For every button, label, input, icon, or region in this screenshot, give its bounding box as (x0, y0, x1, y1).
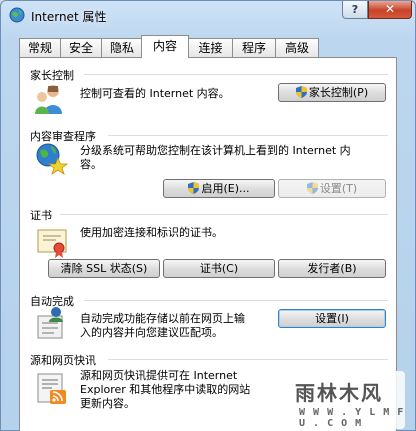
autocomplete-description-line1: 自动完成功能存储以前在网页上输 (80, 312, 245, 325)
publishers-button[interactable]: 发行者(B) (278, 259, 386, 278)
watermark-text: 雨林木风 (295, 381, 383, 405)
title-bar[interactable]: Internet 属性 ? ✕ (1, 1, 415, 31)
enable-button-label: 启用(E)... (201, 182, 250, 195)
clear-ssl-state-button[interactable]: 清除 SSL 状态(S) (48, 259, 160, 278)
parental-controls-button[interactable]: 家长控制(P) (278, 83, 386, 102)
watermark-logo: 雨林木风 W W W . Y L M F U . C O M (281, 371, 405, 429)
parental-controls-title: 家长控制 (30, 69, 74, 82)
internet-properties-window: Internet 属性 ? ✕ 常规 安全 隐私 内容 连接 程序 高级 家长控… (0, 0, 416, 431)
section-divider (108, 135, 388, 136)
uac-shield-icon (188, 182, 200, 194)
tab-connections[interactable]: 连接 (188, 38, 233, 57)
certificate-icon (37, 229, 67, 258)
family-icon (35, 85, 62, 114)
certificates-title: 证书 (30, 209, 52, 222)
certificates-button[interactable]: 证书(C) (163, 259, 275, 278)
autocomplete-description-line2: 入的内容并向您建议匹配项。 (80, 326, 223, 339)
internet-globe-icon (9, 7, 25, 23)
uac-shield-icon (306, 182, 318, 194)
watermark-url: W W W . Y L M F U . C O M (299, 407, 405, 429)
window-title: Internet 属性 (31, 10, 107, 24)
parental-controls-button-label: 家长控制(P) (308, 86, 369, 99)
form-user-icon (37, 307, 63, 339)
tab-advanced[interactable]: 高级 (275, 38, 319, 57)
content-advisor-description-line1: 分级系统可帮助您控制在该计算机上看到的 Internet 内 (80, 144, 351, 157)
uac-shield-icon (295, 86, 307, 98)
tab-privacy[interactable]: 隐私 (101, 38, 143, 57)
enable-content-advisor-button[interactable]: 启用(E)... (163, 179, 275, 198)
close-button[interactable]: ✕ (368, 1, 412, 19)
tab-content[interactable]: 内容 (141, 35, 189, 58)
help-button[interactable]: ? (342, 1, 368, 19)
feeds-title: 源和网页快讯 (30, 354, 96, 367)
autocomplete-settings-button[interactable]: 设置(I) (278, 309, 386, 328)
tab-general[interactable]: 常规 (19, 38, 61, 57)
feeds-description-line3: 更新内容。 (80, 397, 135, 410)
certificates-description: 使用加密连接和标识的证书。 (80, 226, 223, 239)
feed-icon (37, 373, 66, 404)
content-advisor-settings-button[interactable]: 设置(T) (278, 179, 386, 198)
settings-button-label: 设置(T) (319, 182, 358, 195)
section-divider (84, 300, 388, 301)
section-divider (60, 214, 388, 215)
globe-star-icon (36, 143, 68, 175)
section-divider (108, 359, 388, 360)
feeds-description-line1: 源和网页快讯提供可在 Internet (80, 369, 238, 382)
tab-programs[interactable]: 程序 (232, 38, 276, 57)
parental-controls-description: 控制可查看的 Internet 内容。 (80, 87, 230, 100)
tab-security[interactable]: 安全 (60, 38, 102, 57)
feeds-description-line2: Explorer 和其他程序中读取的网站 (80, 383, 251, 396)
section-divider (84, 74, 388, 75)
content-advisor-description-line2: 容。 (80, 158, 102, 171)
